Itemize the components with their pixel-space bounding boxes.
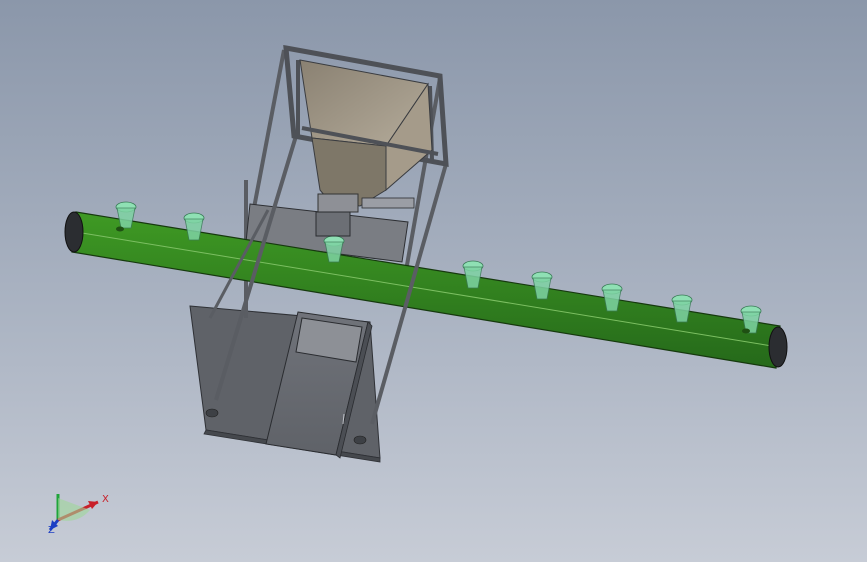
base-hole — [205, 408, 219, 418]
belt-roller[interactable] — [768, 326, 788, 368]
axis-x-label: X — [102, 494, 109, 505]
axis-z-label: Z — [48, 525, 55, 536]
assembly-model[interactable] — [0, 0, 867, 562]
belt-roller[interactable] — [64, 211, 84, 253]
dispenser-valve[interactable] — [315, 211, 351, 237]
belt-center-line — [75, 231, 779, 348]
belt-hole — [742, 328, 750, 334]
triad-plane — [58, 498, 90, 521]
hopper-outlet — [317, 193, 359, 213]
valve-actuator[interactable] — [361, 197, 415, 209]
cad-graphics-viewport[interactable]: X Z — [0, 0, 867, 562]
base-hole — [353, 435, 367, 445]
belt-hole — [116, 226, 124, 232]
